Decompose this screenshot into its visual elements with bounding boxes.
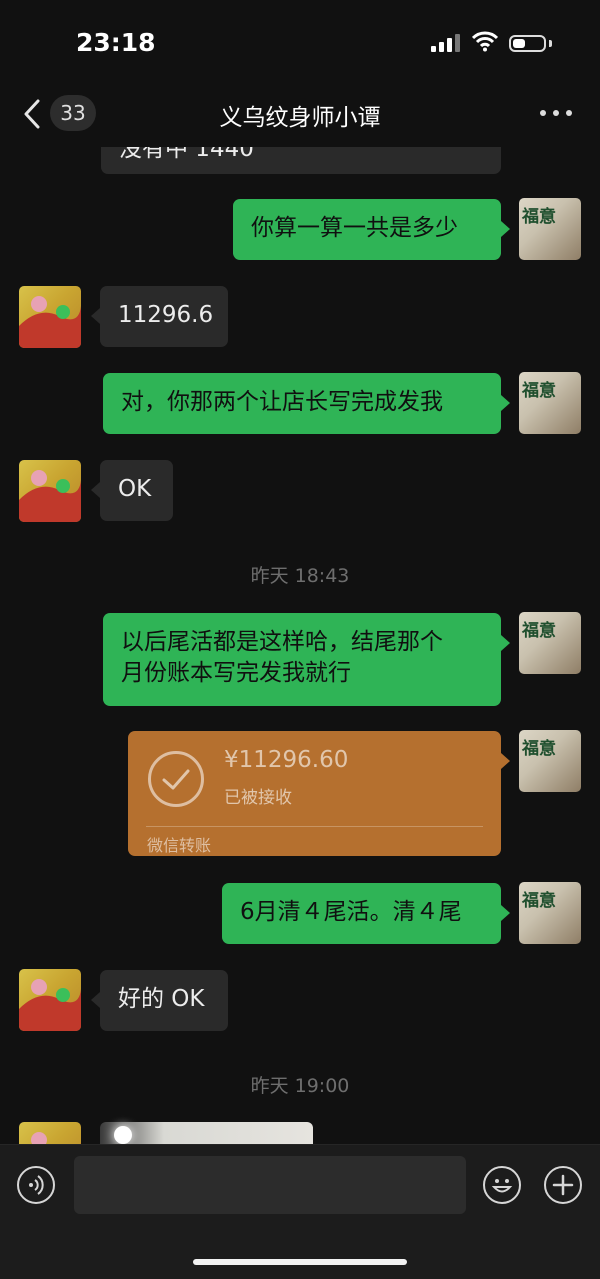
message-text-line: 以后尾活都是这样哈，结尾那个 — [121, 629, 443, 655]
message-bubble-received[interactable]: 好的 OK — [100, 970, 228, 1031]
battery-level — [513, 39, 525, 48]
message-text: OK — [118, 476, 152, 502]
timestamp: 昨天 18:43 — [250, 565, 350, 587]
message-text: 对，你那两个让店长写完成发我 — [121, 389, 443, 415]
wifi-icon — [472, 31, 498, 52]
checkmark-circle-icon — [148, 751, 204, 807]
contact-avatar-art — [31, 1132, 81, 1144]
transfer-amount: ¥11296.60 — [224, 747, 349, 773]
message-bubble-sent[interactable]: 你算一算一共是多少 — [233, 199, 501, 260]
bubble-tail — [501, 221, 510, 237]
bubble-tail — [91, 308, 100, 324]
transfer-card[interactable]: ¥11296.60 已被接收 微信转账 — [128, 731, 501, 856]
battery-tip — [549, 40, 552, 47]
status-time: 23:18 — [76, 28, 156, 57]
message-text-line: 月份账本写完发我就行 — [121, 660, 351, 686]
my-avatar[interactable]: 福意 — [519, 882, 581, 944]
voice-icon[interactable] — [17, 1166, 55, 1204]
my-avatar[interactable]: 福意 — [519, 612, 581, 674]
contact-avatar[interactable] — [19, 460, 81, 522]
avatar-stamp-text: 福意 — [522, 381, 556, 401]
my-avatar[interactable]: 福意 — [519, 198, 581, 260]
contact-avatar[interactable] — [19, 969, 81, 1031]
contact-avatar[interactable] — [19, 286, 81, 348]
avatar-stamp-text: 福意 — [522, 891, 556, 911]
timestamp: 昨天 19:00 — [250, 1075, 350, 1097]
my-avatar[interactable]: 福意 — [519, 730, 581, 792]
image-flare — [114, 1126, 132, 1144]
message-bubble-received[interactable]: 11296.6 — [100, 286, 228, 347]
cellular-signal-icon — [431, 34, 463, 52]
message-text: 你算一算一共是多少 — [251, 215, 458, 241]
chat-title: 义乌纹身师小谭 — [219, 105, 381, 131]
more-horizontal-icon[interactable] — [540, 106, 574, 120]
transfer-label: 微信转账 — [147, 836, 212, 855]
message-bubble-received[interactable]: 没有中 1440 — [101, 147, 501, 174]
message-bubble-received[interactable]: OK — [100, 460, 173, 521]
avatar-stamp-text: 福意 — [522, 207, 556, 227]
bubble-tail — [501, 635, 510, 651]
transfer-status: 已被接收 — [224, 788, 292, 808]
bubble-tail — [501, 905, 510, 921]
message-text: 好的 OK — [118, 986, 205, 1012]
message-bubble-sent[interactable]: 6月清４尾活。清４尾 — [222, 883, 501, 944]
message-bubble-sent[interactable]: 以后尾活都是这样哈，结尾那个 月份账本写完发我就行 — [103, 613, 501, 706]
contact-avatar-art — [19, 470, 81, 522]
message-input[interactable] — [74, 1156, 466, 1214]
divider — [146, 826, 483, 827]
message-bubble-sent[interactable]: 对，你那两个让店长写完成发我 — [103, 373, 501, 434]
plus-icon[interactable] — [544, 1166, 582, 1204]
bubble-tail — [501, 753, 510, 769]
contact-avatar-art — [19, 979, 81, 1031]
my-avatar[interactable]: 福意 — [519, 372, 581, 434]
contact-avatar-art — [19, 296, 81, 348]
bubble-tail — [501, 395, 510, 411]
message-text: 没有中 1440 — [119, 147, 254, 162]
home-indicator[interactable] — [193, 1259, 407, 1265]
message-text: 11296.6 — [118, 302, 214, 328]
avatar-stamp-text: 福意 — [522, 739, 556, 759]
bubble-tail — [91, 482, 100, 498]
emoji-icon[interactable] — [483, 1166, 521, 1204]
bubble-tail — [91, 992, 100, 1008]
chat-message-list[interactable]: 没有中 1440 福意 你算一算一共是多少 11296.6 福意 对，你那两个让… — [0, 147, 600, 1144]
avatar-stamp-text: 福意 — [522, 621, 556, 641]
image-message[interactable] — [100, 1122, 313, 1144]
contact-avatar[interactable] — [19, 1122, 81, 1144]
message-text: 6月清４尾活。清４尾 — [240, 899, 462, 925]
battery-icon — [509, 35, 546, 52]
